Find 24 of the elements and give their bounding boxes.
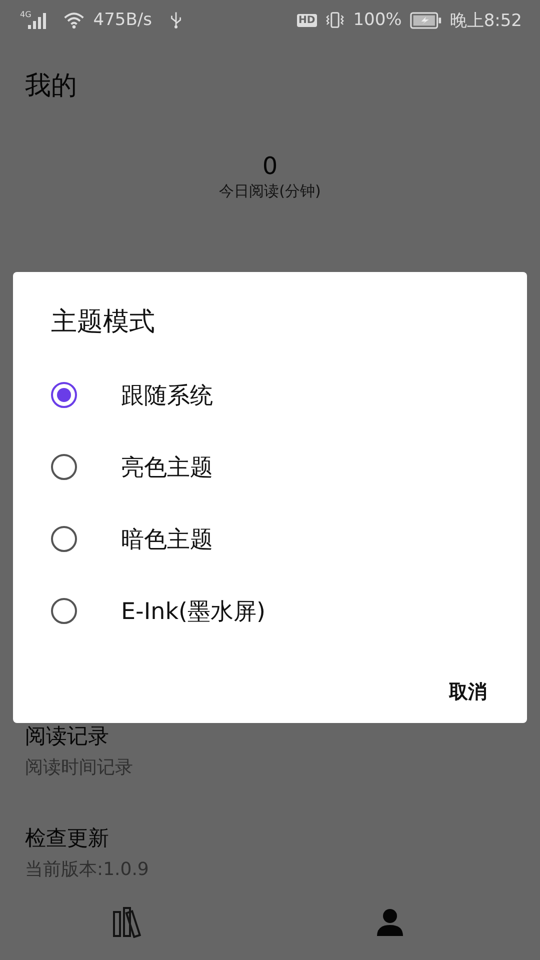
battery-icon <box>410 12 442 28</box>
radio-button[interactable] <box>51 526 77 552</box>
radio-button[interactable] <box>51 598 77 624</box>
theme-option[interactable]: 暗色主题 <box>13 503 527 575</box>
network-speed: 475B/s <box>93 10 152 30</box>
reading-minutes: 0 <box>262 152 278 180</box>
page-title: 我的 <box>24 70 78 102</box>
battery-percent: 100% <box>353 10 402 30</box>
vibrate-icon <box>325 11 346 29</box>
theme-option[interactable]: E-Ink(墨水屏) <box>13 575 527 647</box>
reading-minutes-label: 今日阅读(分钟) <box>219 181 321 202</box>
usb-icon <box>170 11 182 29</box>
cancel-button[interactable]: 取消 <box>435 671 501 713</box>
setting-title[interactable]: 阅读记录 <box>25 721 109 751</box>
radio-button[interactable] <box>51 454 77 480</box>
wifi-icon <box>63 10 86 30</box>
theme-option[interactable]: 跟随系统 <box>13 359 527 431</box>
clock: 晚上8:52 <box>450 10 522 32</box>
network-type: 4G <box>20 10 32 18</box>
hd-badge: HD <box>296 14 318 26</box>
dialog-title: 主题模式 <box>50 306 155 339</box>
theme-option[interactable]: 亮色主题 <box>13 431 527 503</box>
radio-button[interactable] <box>51 382 77 408</box>
setting-title[interactable]: 检查更新 <box>25 823 109 853</box>
